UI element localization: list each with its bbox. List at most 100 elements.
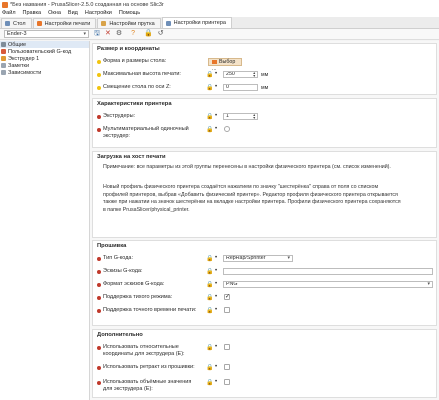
undo-icon[interactable]: ↺ — [158, 30, 164, 38]
section-print-host: Загрузка на хост печати Примечание: все … — [92, 151, 437, 238]
thumbnails-format-select[interactable]: PNG ▾ — [223, 281, 433, 288]
sidebar-item-dependencies[interactable]: Зависимости — [0, 69, 89, 76]
chevron-down-icon: ▾ — [427, 281, 430, 287]
tab-label: Настройки печати — [44, 20, 91, 27]
menu-help[interactable]: Помощь — [119, 10, 140, 16]
save-icon[interactable]: 🖫 — [94, 30, 100, 38]
compare-icon[interactable]: ⚙ — [116, 30, 122, 38]
mode-bullet-icon — [97, 381, 101, 385]
multi-material-row: Мультиматериальный одиночный экструдер: … — [93, 125, 438, 141]
reset-dot-icon[interactable]: • — [215, 344, 217, 350]
thumbnails-row: Эскизы G-кода: 🔒 • — [93, 267, 438, 277]
bed-shape-button[interactable]: Выбор ... — [208, 58, 242, 72]
lock-icon[interactable]: 🔒 — [206, 268, 213, 275]
bed-icon — [212, 59, 217, 64]
reset-dot-icon[interactable]: • — [215, 126, 217, 132]
lock-icon[interactable]: 🔒 — [206, 294, 213, 301]
max-height-unit: мм — [261, 72, 269, 78]
silent-mode-checkbox[interactable] — [224, 293, 230, 300]
mode-bullet-icon — [97, 270, 101, 274]
lock-icon[interactable]: 🔒 — [206, 113, 213, 120]
z-offset-row: Смещение стола по оси Z: 🔒 • 0 мм — [93, 83, 438, 93]
thumbnails-format-label: Формат эскизов G-кода: — [103, 281, 165, 287]
fw-retraction-checkbox[interactable] — [224, 364, 230, 370]
reset-dot-icon[interactable]: • — [215, 255, 217, 261]
multi-material-label: Мультиматериальный одиночный экструдер: — [103, 126, 189, 139]
lock-icon[interactable]: 🔒 — [206, 126, 213, 133]
lock-icon[interactable]: 🔒 — [206, 344, 213, 351]
mode-bullet-icon — [97, 296, 101, 300]
lock-icon[interactable]: 🔒 — [206, 84, 213, 91]
mode-bullet-icon — [97, 86, 101, 90]
lock-icon[interactable]: 🔒 — [206, 379, 213, 386]
help-icon[interactable]: ? — [131, 30, 135, 38]
print-settings-icon — [36, 21, 42, 26]
multi-material-checkbox[interactable] — [224, 126, 230, 132]
thumbnails-format-value: PNG — [226, 281, 238, 287]
sidebar-item-custom-gcode[interactable]: Пользовательский G-код — [0, 48, 89, 55]
tab-label: Стол — [13, 20, 26, 27]
spin-arrows-icon: ▲ ▼ — [252, 71, 256, 78]
mode-bullet-icon — [97, 73, 101, 77]
lock-icon[interactable]: 🔒 — [206, 281, 213, 288]
tab-plater[interactable]: Стол — [1, 18, 32, 28]
bed-shape-label: Форма и размеры стола: — [103, 58, 167, 64]
menu-file[interactable]: Файл — [2, 10, 16, 16]
reset-dot-icon[interactable]: • — [215, 84, 217, 90]
reset-dot-icon[interactable]: • — [215, 307, 217, 313]
gcode-flavor-value: RepRap/Sprinter — [226, 255, 266, 261]
general-icon — [1, 42, 6, 47]
sidebar-item-notes[interactable]: Заметки — [0, 62, 89, 69]
reset-icon[interactable]: 🔒 — [144, 30, 153, 38]
gcode-icon — [1, 49, 6, 54]
max-height-input[interactable]: 250 ▲ ▼ — [223, 71, 258, 78]
extruders-input[interactable]: 1 ▲ ▼ — [223, 113, 258, 120]
max-height-label: Максимальная высота печати: — [103, 71, 181, 77]
reset-dot-icon[interactable]: • — [215, 379, 217, 385]
tab-printer-settings[interactable]: Настройки принтера — [161, 17, 232, 28]
menu-bar: Файл Правка Окна Вид Настройки Помощь — [0, 9, 439, 17]
menu-edit[interactable]: Правка — [23, 10, 42, 16]
mode-bullet-icon — [97, 283, 101, 287]
volumetric-e-checkbox[interactable] — [224, 379, 230, 385]
lock-icon[interactable]: 🔒 — [206, 364, 213, 371]
menu-window[interactable]: Окна — [48, 10, 61, 16]
reset-dot-icon[interactable]: • — [215, 113, 217, 119]
tab-print-settings[interactable]: Настройки печати — [32, 18, 97, 28]
delete-icon[interactable]: ✕ — [105, 30, 111, 38]
filament-icon — [101, 21, 107, 26]
extruders-label: Экструдеры: — [103, 113, 136, 119]
printer-preset-select[interactable]: Ender-3 ▾ — [4, 30, 89, 38]
preset-value: Ender-3 — [7, 31, 27, 37]
preset-toolbar: Ender-3 ▾ 🖫 ✕ ⚙ ? 🔒 ↺ — [0, 29, 439, 40]
gcode-flavor-label: Тип G-кода: — [103, 255, 134, 261]
window-title: *Без названия - PrusaSlicer-2.5.0 создан… — [10, 1, 164, 8]
relative-e-checkbox[interactable] — [224, 344, 230, 350]
reset-dot-icon[interactable]: • — [215, 294, 217, 300]
reset-dot-icon[interactable]: • — [215, 281, 217, 287]
mode-bullet-icon — [97, 346, 101, 350]
notes-icon — [1, 63, 6, 68]
tab-filament-settings[interactable]: Настройки прутка — [97, 18, 161, 28]
mode-bullet-icon — [97, 115, 101, 119]
lock-icon[interactable]: 🔒 — [206, 255, 213, 262]
menu-settings[interactable]: Настройки — [85, 10, 112, 16]
z-offset-input[interactable]: 0 — [223, 84, 258, 91]
print-time-checkbox[interactable] — [224, 307, 230, 313]
volumetric-e-label: Использовать объёмные значения для экстр… — [103, 379, 192, 392]
gcode-flavor-select[interactable]: RepRap/Sprinter ▾ — [223, 255, 293, 262]
app-logo-icon — [2, 1, 8, 8]
sidebar-item-label: Общие — [8, 41, 27, 48]
thumbnails-input[interactable] — [223, 268, 433, 275]
sidebar-item-general[interactable]: Общие — [0, 41, 89, 48]
lock-icon[interactable]: 🔒 — [206, 71, 213, 78]
mode-bullet-icon — [97, 128, 101, 132]
lock-icon[interactable]: 🔒 — [206, 307, 213, 314]
sidebar-item-extruder-1[interactable]: Экструдер 1 — [0, 55, 89, 62]
reset-dot-icon[interactable]: • — [215, 71, 217, 77]
extruders-row: Экструдеры: 🔒 • 1 ▲ ▼ — [93, 112, 438, 122]
reset-dot-icon[interactable]: • — [215, 268, 217, 274]
window-titlebar: *Без названия - PrusaSlicer-2.5.0 создан… — [0, 0, 439, 9]
reset-dot-icon[interactable]: • — [215, 364, 217, 370]
menu-view[interactable]: Вид — [68, 10, 78, 16]
